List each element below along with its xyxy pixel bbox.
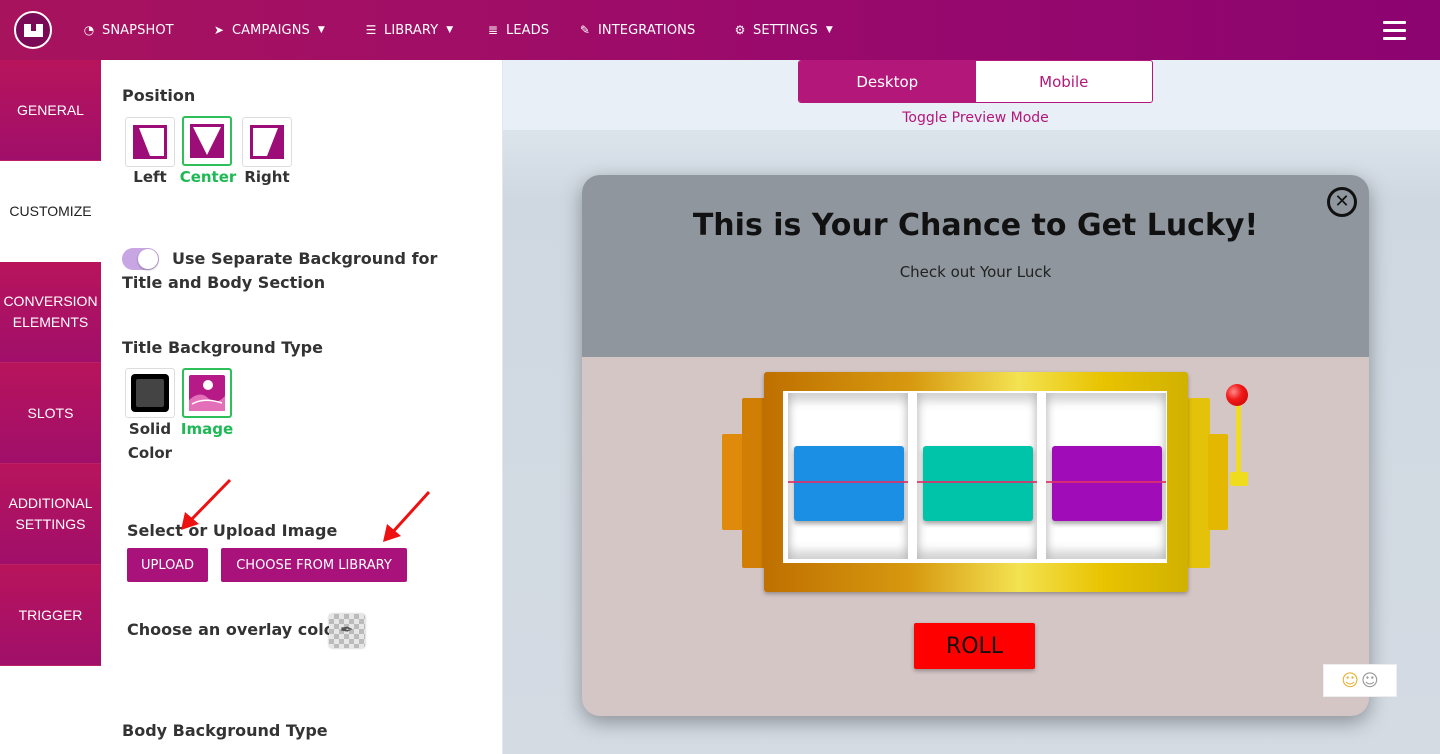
- tab-additional-settings[interactable]: ADDITIONAL SETTINGS: [0, 464, 101, 565]
- position-center-icon: [190, 124, 224, 158]
- overlay-color-picker[interactable]: ✒: [329, 614, 365, 648]
- tab-general[interactable]: GENERAL: [0, 60, 101, 161]
- position-left-option[interactable]: [125, 117, 175, 167]
- tab-slots-label: SLOTS: [27, 404, 74, 421]
- slot-reel: [917, 393, 1037, 559]
- library-icon: ☰: [365, 23, 377, 37]
- position-label: Position: [122, 86, 196, 105]
- preview-mode-toggle: Desktop Mobile: [798, 60, 1153, 103]
- choose-from-library-button[interactable]: CHOOSE FROM LIBRARY: [221, 548, 407, 582]
- annotation-arrow-icon: [181, 478, 232, 530]
- chevron-down-icon: ▼: [825, 25, 833, 35]
- nav-leads[interactable]: ≣ LEADS: [486, 20, 549, 40]
- emoji-add-icon: ☺: [1341, 670, 1359, 691]
- bg-image-option[interactable]: [182, 368, 232, 418]
- position-left-caption: Left: [133, 168, 167, 186]
- roll-button[interactable]: ROLL: [914, 623, 1035, 669]
- bg-image-caption: Image: [180, 420, 234, 438]
- eyedropper-icon: ✒: [340, 620, 354, 639]
- separate-background-label: Use Separate Background for Title and Bo…: [122, 249, 438, 292]
- cogs-icon: ⚙: [734, 23, 746, 37]
- desktop-toggle-button[interactable]: Desktop: [799, 61, 976, 102]
- emoji-icon: ☺: [1361, 670, 1379, 691]
- popup-preview: This is Your Chance to Get Lucky! Check …: [582, 175, 1369, 716]
- overlay-color-label: Choose an overlay color: [127, 620, 343, 639]
- upload-button[interactable]: UPLOAD: [127, 548, 208, 582]
- position-right-option[interactable]: [242, 117, 292, 167]
- reel-card: [1052, 446, 1162, 521]
- bg-solid-color-option[interactable]: [125, 368, 175, 418]
- preview-area: Desktop Mobile Toggle Preview Mode This …: [503, 60, 1440, 754]
- body-background-type-label: Body Background Type: [122, 721, 328, 740]
- emoji-picker-button[interactable]: ☺ ☺: [1323, 664, 1397, 697]
- nav-leads-label: LEADS: [506, 22, 550, 38]
- title-background-type-label: Title Background Type: [122, 338, 323, 357]
- slot-reel: [1046, 393, 1166, 559]
- nav-integrations-label: INTEGRATIONS: [598, 22, 696, 38]
- tab-customize[interactable]: CUSTOMIZE: [0, 161, 101, 262]
- position-right-caption: Right: [244, 168, 290, 186]
- tab-general-label: GENERAL: [17, 101, 84, 118]
- chevron-down-icon: ▼: [317, 25, 325, 35]
- popup-title: This is Your Chance to Get Lucky!: [692, 208, 1259, 243]
- reel-card: [794, 446, 904, 521]
- position-center-option[interactable]: [182, 116, 232, 166]
- tab-slots[interactable]: SLOTS: [0, 363, 101, 464]
- slot-reel: [788, 393, 908, 559]
- tab-conversion-elements[interactable]: CONVERSION ELEMENTS: [0, 262, 101, 363]
- app-logo[interactable]: [14, 11, 52, 49]
- image-icon: [189, 375, 225, 411]
- bg-solid-color-caption: Solid Color: [127, 420, 173, 462]
- tab-additional-settings-label: ADDITIONAL SETTINGS: [8, 495, 93, 532]
- position-right-icon: [250, 125, 284, 159]
- nav-campaigns[interactable]: ➤ CAMPAIGNS ▼: [212, 20, 325, 40]
- tab-trigger-label: TRIGGER: [18, 606, 83, 623]
- tab-conversion-elements-label: CONVERSION ELEMENTS: [3, 293, 98, 330]
- position-left-icon: [133, 125, 167, 159]
- annotation-arrow-icon: [383, 490, 431, 542]
- dashboard-icon: ◔: [83, 23, 95, 37]
- nav-snapshot-label: SNAPSHOT: [102, 22, 174, 38]
- tab-customize-label: CUSTOMIZE: [9, 202, 92, 219]
- mobile-toggle-button[interactable]: Mobile: [976, 61, 1153, 102]
- plug-icon: ✎: [579, 23, 591, 37]
- close-icon[interactable]: ✕: [1327, 187, 1357, 217]
- list-icon: ≣: [487, 23, 499, 37]
- nav-settings[interactable]: ⚙ SETTINGS ▼: [733, 20, 833, 40]
- nav-integrations[interactable]: ✎ INTEGRATIONS: [578, 20, 695, 40]
- side-tabs: GENERAL CUSTOMIZE CONVERSION ELEMENTS SL…: [0, 60, 101, 754]
- reel-card: [923, 446, 1033, 521]
- nav-snapshot[interactable]: ◔ SNAPSHOT: [82, 20, 174, 40]
- nav-library-label: LIBRARY: [384, 22, 439, 38]
- tab-trigger[interactable]: TRIGGER: [0, 565, 101, 666]
- position-center-caption: Center: [179, 168, 237, 186]
- solid-color-icon: [131, 374, 169, 412]
- nav-settings-label: SETTINGS: [753, 22, 818, 38]
- top-navbar: ◔ SNAPSHOT ➤ CAMPAIGNS ▼ ☰ LIBRARY ▼ ≣ L…: [0, 0, 1440, 60]
- paper-plane-icon: ➤: [213, 23, 225, 37]
- chevron-down-icon: ▼: [446, 25, 454, 35]
- popup-subtitle: Check out Your Luck: [899, 263, 1052, 281]
- slot-machine: [722, 372, 1252, 602]
- hamburger-menu-icon[interactable]: [1383, 21, 1406, 40]
- customize-panel: Position Left Center Right Use Separate …: [101, 60, 503, 754]
- nav-campaigns-label: CAMPAIGNS: [232, 22, 310, 38]
- nav-library[interactable]: ☰ LIBRARY ▼: [364, 20, 454, 40]
- toggle-preview-hint: Toggle Preview Mode: [902, 110, 1049, 126]
